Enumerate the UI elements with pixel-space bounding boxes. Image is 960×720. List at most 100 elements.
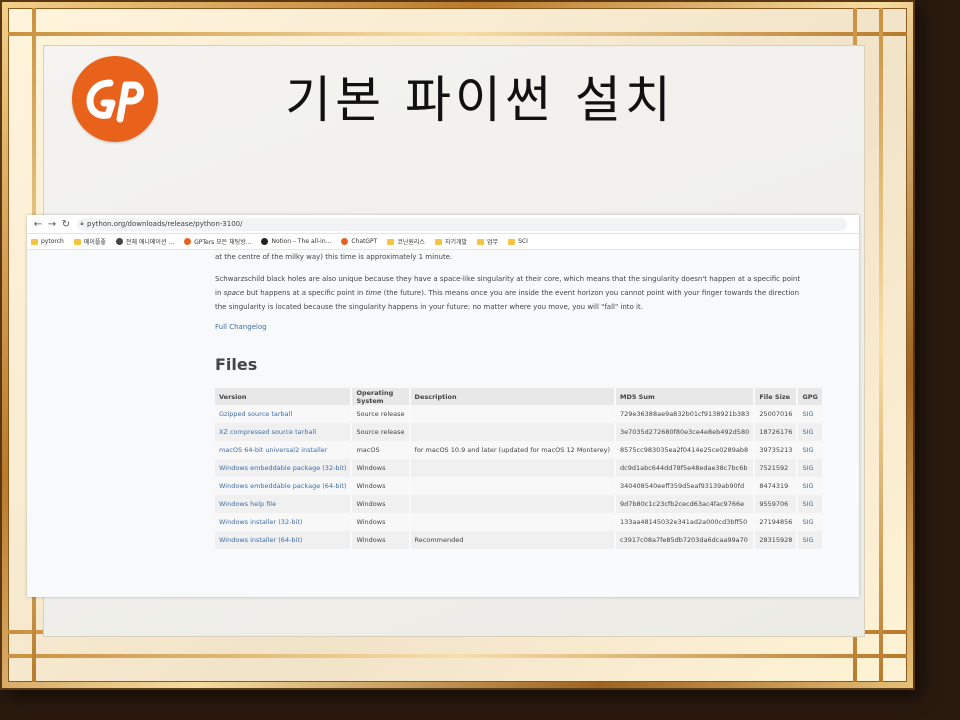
files-table: Version Operating System Description MD5 Su… <box>215 388 824 549</box>
table-cell: Windows <box>351 513 411 531</box>
file-download-link[interactable]: Windows help file <box>215 495 353 513</box>
file-download-link[interactable]: Windows embeddable package (64-bit) <box>215 477 353 495</box>
bookmark-item[interactable]: 전체 애니메이션 ... <box>115 237 175 246</box>
browser-toolbar: ← → ↻ 🔒︎ python.org/downloads/release/py… <box>27 215 859 234</box>
folder-icon <box>508 238 516 245</box>
bookmark-item[interactable]: 자기개발 <box>434 237 467 246</box>
bookmark-label: 업무 <box>487 239 499 246</box>
table-cell: 729e36388ae9a832b01cf9138921b383 <box>615 405 756 423</box>
table-row: XZ compressed source tarball Source relea… <box>215 423 824 441</box>
bookmark-label: 메이플좋 <box>83 239 106 246</box>
table-cell <box>409 495 617 513</box>
bookmark-item[interactable]: 코난원리스 <box>387 237 425 246</box>
folder-icon <box>387 238 395 245</box>
bookmark-item[interactable]: 업무 <box>477 237 498 246</box>
table-cell <box>409 423 617 441</box>
page-content: at the centre of the milky way) this tim… <box>27 250 859 549</box>
table-cell: 25007016 <box>754 405 799 423</box>
file-download-link[interactable]: Windows embeddable package (32-bit) <box>215 459 353 477</box>
gpters-icon <box>184 238 192 245</box>
table-cell: Source release <box>351 405 411 423</box>
table-cell: Windows <box>351 531 411 549</box>
file-download-link[interactable]: Windows installer (64-bit) <box>215 531 353 549</box>
table-cell: macOS <box>351 441 411 459</box>
sig-link[interactable]: SIG <box>797 441 824 459</box>
table-cell: 9d7b80c1c23cfb2cecd63ac4fac9766e <box>615 495 756 513</box>
sig-link[interactable]: SIG <box>797 405 824 423</box>
table-cell <box>409 513 617 531</box>
gp-logo <box>72 56 158 142</box>
table-cell: Windows <box>351 495 411 513</box>
bookmark-item[interactable]: Notion – The all-in... <box>261 238 331 245</box>
frame-line <box>879 8 883 682</box>
bookmark-label: Notion – The all-in... <box>271 238 332 245</box>
table-row: Gzipped source tarball Source release 729e… <box>215 405 824 423</box>
gp-logo-icon <box>86 79 144 123</box>
table-cell: 8474319 <box>754 477 799 495</box>
table-cell <box>409 405 617 423</box>
folder-icon <box>434 238 442 245</box>
paragraph: at the centre of the milky way) this tim… <box>215 253 453 261</box>
files-heading: Files <box>215 355 258 374</box>
file-download-link[interactable]: Windows installer (32-bit) <box>215 513 353 531</box>
table-cell: 18726176 <box>754 423 799 441</box>
table-cell: dc9d1abc644dd78f5e48edae38c7bc6b <box>615 459 756 477</box>
table-cell: Recommended <box>409 531 617 549</box>
table-row: Windows installer (64-bit) Windows Recomme… <box>215 531 824 549</box>
bookmark-label: 코난원리스 <box>397 239 425 246</box>
bookmark-item[interactable]: 메이플좋 <box>73 237 106 246</box>
table-cell: 28315928 <box>754 531 799 549</box>
table-cell: 39735213 <box>754 441 799 459</box>
table-cell: 8575cc983035ea2f0414e25ce0289ab8 <box>615 441 756 459</box>
table-cell: 133aa48145032e341ad2a000cd3bff50 <box>615 513 756 531</box>
sig-link[interactable]: SIG <box>797 459 824 477</box>
bookmark-item[interactable]: pytorch <box>31 238 64 245</box>
file-download-link[interactable]: XZ compressed source tarball <box>215 423 353 441</box>
table-cell: 27194856 <box>754 513 799 531</box>
table-cell: Windows <box>351 477 411 495</box>
table-row: macOS 64-bit universal2 installer macOS fo… <box>215 441 824 459</box>
sig-link[interactable]: SIG <box>797 531 824 549</box>
table-cell <box>409 477 617 495</box>
address-bar[interactable]: 🔒︎ python.org/downloads/release/python-3… <box>77 217 847 231</box>
table-row: Windows embeddable package (64-bit) Windo… <box>215 477 824 495</box>
file-download-link[interactable]: macOS 64-bit universal2 installer <box>215 441 353 459</box>
sig-link[interactable]: SIG <box>797 495 824 513</box>
bookmark-label: 전체 애니메이션 ... <box>125 239 175 246</box>
bookmark-item[interactable]: SCI <box>508 238 528 245</box>
back-icon[interactable]: ← <box>31 219 45 230</box>
bookmark-label: ChatGPT <box>351 238 378 245</box>
table-cell: Windows <box>351 459 411 477</box>
column-header: Operating System <box>351 388 411 405</box>
notion-icon <box>261 238 269 245</box>
sig-link[interactable]: SIG <box>797 513 824 531</box>
table-cell: Source release <box>351 423 411 441</box>
folder-icon <box>73 238 81 245</box>
forward-icon[interactable]: → <box>45 219 59 230</box>
table-cell: 3e7035d272680f80e3ce4e8eb492d580 <box>615 423 756 441</box>
frame-line <box>8 32 907 36</box>
sig-link[interactable]: SIG <box>797 423 824 441</box>
table-row: Windows embeddable package (32-bit) Windo… <box>215 459 824 477</box>
globe-icon <box>115 238 123 245</box>
table-header-row: Version Operating System Description MD5 Su… <box>215 388 824 405</box>
slide-title: 기본 파이썬 설치 <box>285 71 675 129</box>
bookmark-item[interactable]: ChatGPT <box>341 238 377 245</box>
reload-icon[interactable]: ↻ <box>59 219 73 230</box>
column-header: Description <box>409 388 617 405</box>
table-row: Windows installer (32-bit) Windows 133aa48… <box>215 513 824 531</box>
bookmark-label: SCI <box>518 238 528 245</box>
table-cell <box>409 459 617 477</box>
column-header: Version <box>215 388 353 405</box>
sig-link[interactable]: SIG <box>797 477 824 495</box>
full-changelog-link[interactable]: Full Changelog <box>215 323 805 331</box>
url-text: python.org/downloads/release/python-3100… <box>87 220 243 228</box>
bookmark-item[interactable]: GPTers 모든 채팅방... <box>184 237 251 246</box>
file-download-link[interactable]: Gzipped source tarball <box>215 405 353 423</box>
folder-icon <box>477 238 485 245</box>
lock-icon: 🔒︎ <box>80 220 84 227</box>
chatgpt-icon <box>341 238 349 245</box>
column-header: File Size <box>754 388 799 405</box>
table-cell: 340408540eeff359d5eaf93139ab90fd <box>615 477 756 495</box>
table-cell: 9559706 <box>754 495 799 513</box>
